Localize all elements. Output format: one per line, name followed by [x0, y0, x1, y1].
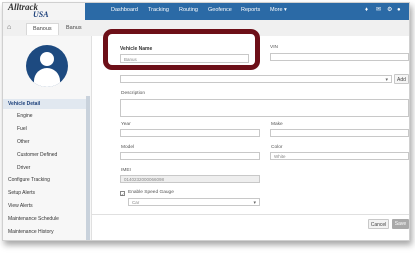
model-input[interactable]: [120, 152, 260, 160]
vehicle-name-label: Vehicle Name: [120, 46, 153, 52]
vehicle-name-input[interactable]: Banus: [120, 54, 249, 63]
gear-icon[interactable]: ⚙: [387, 7, 392, 14]
sidebar-item-vehicle-detail[interactable]: Vehicle Detail: [3, 99, 86, 109]
year-label: Year: [121, 122, 131, 127]
year-input[interactable]: [120, 129, 260, 137]
sidebar-item-other[interactable]: Other: [17, 137, 30, 147]
model-label: Model: [121, 145, 135, 150]
nav-geofence[interactable]: Geofence: [208, 7, 232, 14]
color-input[interactable]: White: [270, 152, 409, 160]
make-label: Make: [271, 122, 283, 127]
form-divider: [92, 214, 409, 215]
avatar: [26, 45, 68, 87]
speed-gauge-select[interactable]: Car ▾: [128, 198, 260, 206]
sidebar-item-fuel[interactable]: Fuel: [17, 124, 27, 134]
sidebar-item-driver[interactable]: Driver: [17, 163, 30, 173]
vin-input[interactable]: [270, 53, 409, 61]
top-navbar: Alltrack USA Dashboard Tracking Routing …: [3, 3, 409, 20]
nav-tracking[interactable]: Tracking: [148, 7, 169, 14]
bell-icon[interactable]: ♦: [365, 7, 368, 14]
description-label: Description: [121, 91, 145, 96]
group-select[interactable]: ▾: [120, 75, 392, 83]
speed-gauge-label: Enable Speed Gauge: [128, 190, 174, 195]
chevron-down-icon: ▾: [385, 77, 388, 83]
speed-gauge-value: Car: [132, 200, 140, 205]
home-icon[interactable]: ⌂: [7, 24, 11, 32]
user-icon[interactable]: ●: [397, 7, 401, 14]
imei-label: IMEI: [121, 168, 131, 173]
sidebar: Vehicle Detail Engine Fuel Other Custome…: [3, 36, 92, 240]
nav-routing[interactable]: Routing: [179, 7, 198, 14]
nav-more[interactable]: More ▾: [270, 7, 287, 14]
sidebar-item-engine[interactable]: Engine: [17, 111, 33, 121]
chevron-down-icon: ▾: [253, 200, 256, 206]
sidebar-scrollbar[interactable]: [86, 96, 90, 240]
vin-label: VIN: [270, 45, 278, 50]
speed-gauge-checkbox[interactable]: ✓: [120, 191, 125, 197]
logo-sub: USA: [33, 10, 49, 19]
sidebar-item-customer-defined[interactable]: Customer Defined: [17, 150, 57, 160]
sidebar-item-maintenance-history[interactable]: Maintenance History: [8, 227, 54, 237]
nav-dashboard[interactable]: Dashboard: [111, 7, 138, 14]
avatar-body: [34, 68, 60, 87]
color-label: Color: [271, 145, 283, 150]
tab-banus[interactable]: Banus: [60, 23, 88, 34]
tab-banous[interactable]: Banous: [26, 23, 59, 35]
imei-input: 0140232000066098: [120, 175, 260, 183]
description-textarea[interactable]: [120, 99, 409, 117]
app-window: Alltrack USA Dashboard Tracking Routing …: [2, 2, 410, 241]
mail-icon[interactable]: ✉: [376, 7, 381, 14]
save-button[interactable]: Save: [392, 219, 409, 229]
cancel-button[interactable]: Cancel: [368, 219, 389, 229]
avatar-head: [40, 52, 54, 66]
sidebar-item-view-alerts[interactable]: View Alerts: [8, 201, 33, 211]
add-button[interactable]: Add: [394, 74, 409, 84]
sidebar-item-setup-alerts[interactable]: Setup Alerts: [8, 188, 35, 198]
sidebar-item-maintenance-schedule[interactable]: Maintenance Schedule: [8, 214, 59, 224]
make-input[interactable]: [270, 129, 409, 137]
logo[interactable]: Alltrack USA: [3, 3, 85, 20]
nav-reports[interactable]: Reports: [241, 7, 260, 14]
sidebar-item-configure-tracking[interactable]: Configure Tracking: [8, 175, 50, 185]
